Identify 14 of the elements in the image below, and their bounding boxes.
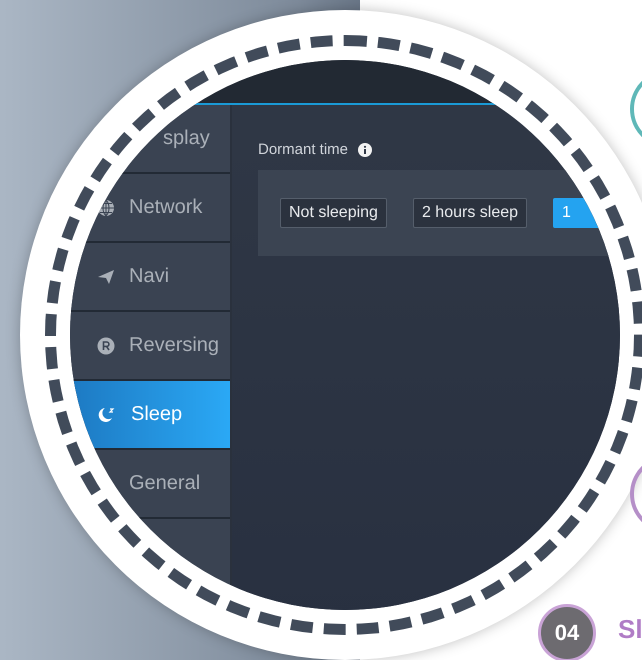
info-icon[interactable] bbox=[358, 142, 372, 156]
section-label: Dormant time bbox=[258, 141, 348, 158]
step-number: 04 bbox=[538, 604, 596, 660]
sidebar-item[interactable]: Network bbox=[70, 174, 230, 243]
sidebar-item[interactable]: splay bbox=[70, 105, 230, 174]
sidebar-item[interactable]: Navi bbox=[70, 243, 230, 312]
paper-plane-icon bbox=[97, 268, 115, 286]
moon-icon bbox=[97, 406, 117, 424]
step-title: Sl bbox=[618, 614, 642, 645]
option-button[interactable]: 2 hours sleep bbox=[412, 198, 528, 228]
option-button[interactable]: Not sleeping bbox=[280, 198, 387, 228]
globe-icon bbox=[97, 198, 115, 216]
r-circle-icon bbox=[97, 336, 115, 354]
sidebar-item[interactable]: General bbox=[70, 450, 230, 519]
